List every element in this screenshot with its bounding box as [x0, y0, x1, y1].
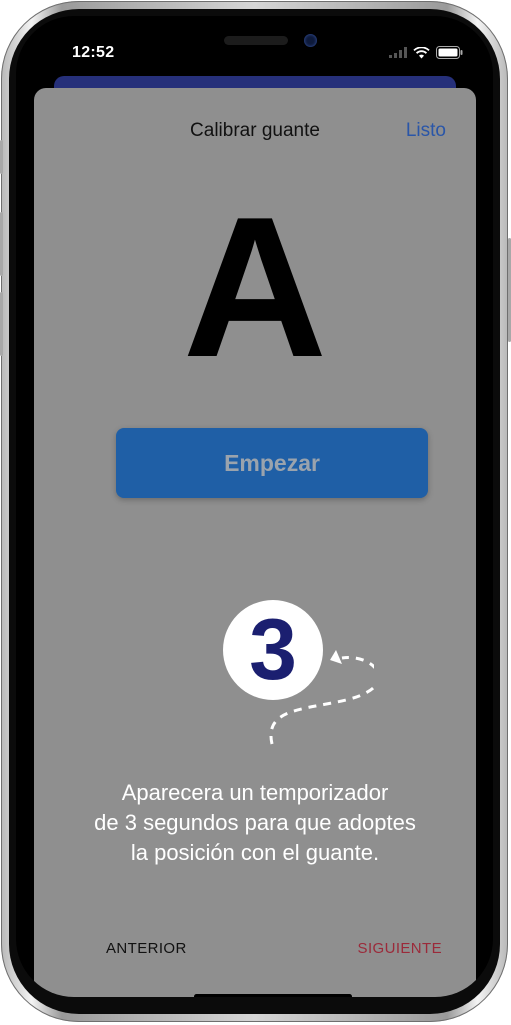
volume-up-button	[0, 212, 3, 276]
signal-icon	[389, 47, 407, 58]
instruction-line: la posición con el guante.	[130, 840, 380, 865]
start-button[interactable]: Empezar	[116, 428, 428, 498]
speaker	[224, 36, 288, 45]
status-icons	[389, 46, 463, 59]
screen: 12:52 Calibrar guante Listo A Empezar 3 …	[16, 16, 493, 997]
instruction-text: Aparecera un temporizador de 3 segundos …	[34, 778, 476, 868]
dashed-arrow-icon	[269, 650, 374, 745]
done-button[interactable]: Listo	[406, 120, 446, 142]
volume-down-button	[0, 292, 3, 356]
home-indicator	[194, 994, 352, 997]
status-time: 12:52	[72, 44, 115, 61]
next-button[interactable]: SIGUIENTE	[358, 940, 442, 957]
instruction-line: de 3 segundos para que adoptes	[94, 810, 416, 835]
wifi-icon	[413, 46, 430, 58]
battery-icon	[436, 46, 463, 59]
mute-switch	[0, 140, 3, 174]
status-bar: 12:52	[16, 16, 493, 78]
target-letter: A	[182, 176, 328, 399]
instruction-line: Aparecera un temporizador	[121, 780, 389, 805]
front-camera	[304, 34, 317, 47]
calibration-sheet: Calibrar guante Listo A Empezar 3 Aparec…	[34, 88, 476, 997]
previous-button[interactable]: ANTERIOR	[106, 940, 187, 957]
